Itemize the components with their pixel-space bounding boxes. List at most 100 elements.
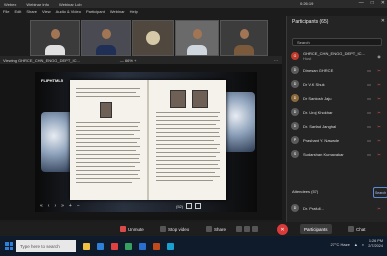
panel-close-icon[interactable]: ✕ — [381, 18, 385, 24]
flipbook-page[interactable] — [70, 80, 226, 200]
text-line — [156, 160, 220, 161]
share-button[interactable]: Share — [206, 224, 226, 234]
video-icon[interactable]: ▭ — [364, 68, 374, 73]
mic-muted-icon[interactable]: ✂ — [374, 82, 384, 87]
video-icon[interactable]: ▭ — [364, 124, 374, 129]
text-line — [156, 136, 220, 137]
participant-name: Dr Santosh Jaju — [303, 95, 332, 101]
chat-button[interactable]: Chat — [348, 224, 366, 234]
video-icon[interactable]: ▭ — [364, 152, 374, 157]
menu-audio-video[interactable]: Audio & Video — [56, 9, 81, 14]
windows-start-icon[interactable] — [5, 242, 13, 250]
text-line — [76, 158, 139, 159]
zoom-out-button[interactable]: − — [77, 203, 80, 209]
video-thumbnail[interactable] — [175, 20, 219, 56]
last-page-button[interactable]: » — [61, 203, 64, 209]
powerpoint-icon[interactable] — [153, 242, 160, 250]
mic-muted-icon[interactable]: ✂ — [374, 152, 384, 157]
mic-muted-icon[interactable]: ✂ — [374, 206, 384, 211]
edge-icon[interactable] — [97, 242, 104, 250]
file-explorer-icon[interactable] — [83, 242, 90, 250]
text-line — [156, 128, 220, 129]
end-call-button[interactable]: ✕ — [277, 224, 288, 235]
video-thumbnail[interactable] — [81, 20, 131, 56]
weather-widget[interactable]: 27°C Haze — [330, 242, 349, 247]
avatar: G — [291, 52, 299, 60]
participant-row[interactable]: G GHRCE_CHN_ENGG_DEPT_IC... Host ◉ — [291, 50, 384, 62]
mic-muted-icon[interactable]: ✂ — [374, 138, 384, 143]
video-icon[interactable]: ▭ — [364, 110, 374, 115]
text-line — [156, 116, 218, 117]
close-icon[interactable]: ✕ — [381, 0, 385, 6]
text-line — [156, 172, 215, 173]
volume-icon[interactable]: ◖ — [362, 242, 364, 247]
mic-muted-icon[interactable]: ✂ — [374, 96, 384, 101]
taskbar-search-input[interactable]: Type here to search — [16, 240, 76, 252]
network-icon[interactable]: ▲ — [354, 242, 358, 247]
attendees-header[interactable]: Attendees (57) — [292, 189, 318, 194]
app-icon[interactable] — [125, 242, 132, 250]
participant-row[interactable]: D Dr V.K Shuk ▭ ✂ — [291, 78, 384, 90]
more-options-icon[interactable]: ⋯ — [274, 58, 278, 63]
participant-row[interactable]: S Sudarshan Kumavakar ▭ ✂ — [291, 148, 384, 160]
participants-button[interactable]: Participants — [300, 224, 332, 234]
zoom-in-button[interactable]: + — [69, 203, 72, 209]
mic-muted-icon[interactable]: ✂ — [374, 124, 384, 129]
tab-webinar-lob[interactable]: Webinar Lob — [59, 2, 82, 7]
video-icon[interactable]: ▭ — [364, 138, 374, 143]
video-thumbnail[interactable] — [30, 20, 80, 56]
minimize-icon[interactable]: — — [359, 0, 364, 6]
menu-edit[interactable]: Edit — [14, 9, 21, 14]
menu-share[interactable]: Share — [26, 9, 37, 14]
stop-video-button[interactable]: Stop video — [160, 224, 189, 234]
participant-row[interactable]: D Dr. Sarfad Janghal ▭ ✂ — [291, 120, 384, 132]
video-thumbnail[interactable] — [132, 20, 174, 56]
participant-name: Dr V.K Shuk — [303, 81, 325, 87]
clock[interactable]: 1:26 PM 2/7/2024 — [368, 239, 383, 249]
menu-view[interactable]: View — [42, 9, 51, 14]
participant-role: Host — [303, 56, 312, 61]
webex-icon[interactable] — [167, 242, 174, 250]
maximize-icon[interactable]: □ — [371, 0, 374, 6]
participant-row[interactable]: D Dr. Uroj Khokhar ▭ ✂ — [291, 106, 384, 118]
video-icon[interactable]: ▭ — [364, 82, 374, 87]
first-page-button[interactable]: « — [40, 203, 43, 209]
participant-head — [101, 29, 111, 39]
text-line — [76, 182, 132, 183]
menu-help[interactable]: Help — [130, 9, 138, 14]
fullscreen-icon[interactable] — [195, 203, 202, 209]
avatar: D — [291, 94, 299, 102]
tab-webex[interactable]: Webex — [4, 2, 16, 7]
reactions-icon — [244, 226, 250, 232]
participant-row[interactable]: D Dinesan GHRCE ▭ ✂ — [291, 64, 384, 76]
avatar: D — [291, 122, 299, 130]
text-line — [156, 124, 216, 125]
audio-icon[interactable]: ◉ — [374, 54, 384, 59]
chrome-icon[interactable] — [111, 242, 118, 250]
menu-webinar[interactable]: Webinar — [110, 9, 125, 14]
attendees-search-button[interactable]: Search — [373, 187, 387, 198]
prev-page-button[interactable]: ‹ — [48, 203, 50, 209]
participant-row[interactable]: P Prashant Y. Nawade ▭ ✂ — [291, 134, 384, 146]
video-icon[interactable]: ▭ — [364, 96, 374, 101]
tab-webinar-info[interactable]: Webinar Info — [26, 2, 49, 7]
more-actions-button[interactable] — [236, 224, 260, 234]
participant-row[interactable]: D Dr. Prafull... ✂ — [291, 202, 384, 214]
menu-file[interactable]: File — [3, 9, 9, 14]
zoom-control[interactable]: — 66% + — [120, 58, 137, 63]
mic-muted-icon[interactable]: ✂ — [374, 68, 384, 73]
participant-row[interactable]: D Dr Santosh Jaju ▭ ✂ — [291, 92, 384, 104]
next-page-button[interactable]: › — [54, 203, 56, 209]
participants-panel: Participants (65) ✕ Search G GHRCE_CHN_E… — [286, 16, 387, 222]
menu-participant[interactable]: Participant — [86, 9, 105, 14]
text-line — [156, 148, 217, 149]
author-photo — [100, 102, 112, 118]
thumbnail-view-icon[interactable] — [186, 203, 193, 209]
participant-search-input[interactable]: Search — [292, 38, 382, 46]
text-line — [76, 134, 134, 135]
word-icon[interactable] — [139, 242, 146, 250]
unmute-button[interactable]: Unmute — [120, 224, 144, 234]
video-thumbnail[interactable] — [220, 20, 268, 56]
mic-muted-icon[interactable]: ✂ — [374, 110, 384, 115]
participant-figure — [187, 45, 207, 55]
